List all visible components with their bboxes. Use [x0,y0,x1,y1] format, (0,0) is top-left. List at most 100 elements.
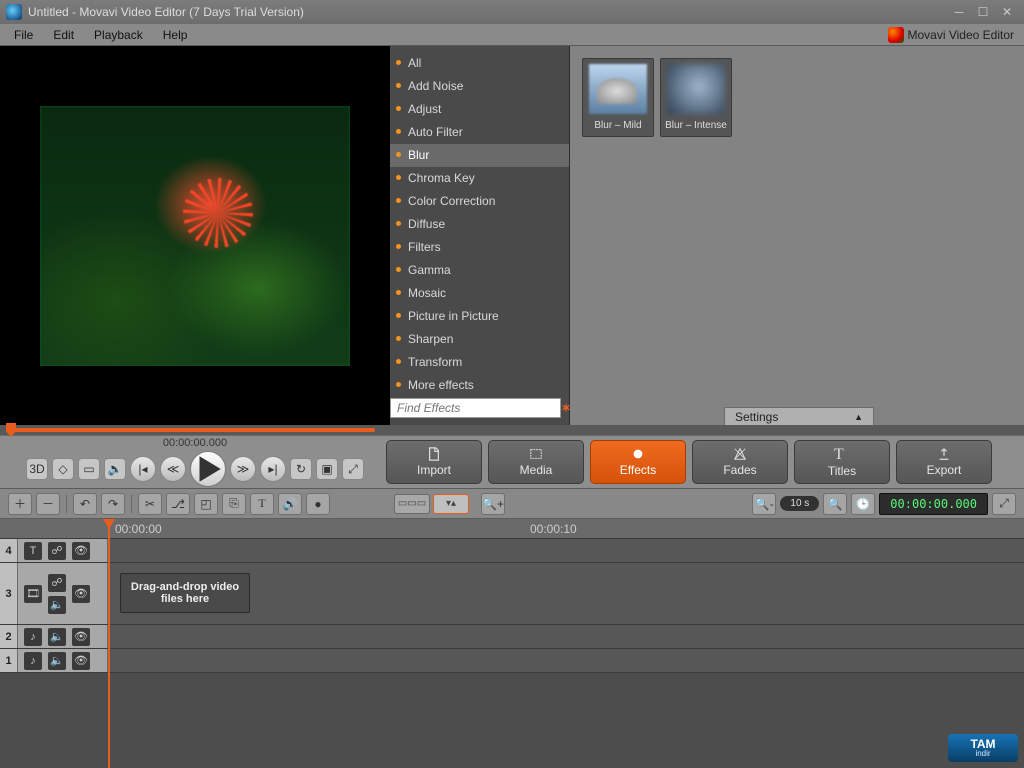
main-area: AllAdd NoiseAdjustAuto FilterBlurChroma … [0,46,1024,425]
track-3[interactable]: 3 🎞 ☍ 🔈 👁 Drag-and-drop video files here [0,563,1024,625]
zoom-level[interactable]: 10 s [780,496,819,511]
preview-pane [0,46,390,425]
ruler-tick-1: 00:00:10 [530,522,577,536]
effect-preset[interactable]: Blur – Intense [660,58,732,137]
effect-category-item[interactable]: All [390,52,569,75]
loop-button[interactable]: ↻ [290,458,312,480]
tab-effects[interactable]: Effects [590,440,686,484]
remove-track-button[interactable]: － [36,493,60,515]
redo-button[interactable]: ↷ [101,493,125,515]
titles-icon: T [834,446,850,462]
mute-button[interactable]: 🔈 [104,458,126,480]
crop-button[interactable]: ◇ [52,458,74,480]
effect-category-item[interactable]: More effects [390,374,569,397]
close-button[interactable]: ✕ [996,4,1018,20]
track-2[interactable]: 2 ♪ 🔈 👁 [0,625,1024,649]
snapshot-button[interactable]: ▣ [316,458,338,480]
insert-button[interactable]: ⎘ [222,493,246,515]
tab-titles[interactable]: T Titles [794,440,890,484]
preset-thumb [667,64,725,114]
effect-category-item[interactable]: Transform [390,351,569,374]
audio-tool-button[interactable]: 🔊 [278,493,302,515]
media-icon [529,447,543,461]
track-1[interactable]: 1 ♪ 🔈 👁 [0,649,1024,673]
mode-tabs: Import Media Effects Fades T Titles Expo… [386,440,992,484]
zoom-in-button[interactable]: 🔍+ [481,493,505,515]
fullscreen-button[interactable]: ⤢ [342,458,364,480]
title-tool-button[interactable]: T [250,493,274,515]
preview-image[interactable] [40,106,350,366]
export-icon [937,447,951,461]
eye-icon[interactable]: 👁 [72,585,90,603]
zoom-out-button[interactable]: 🔍- [752,493,776,515]
zoom-fit-button[interactable]: 🔍 [823,493,847,515]
tab-fades[interactable]: Fades [692,440,788,484]
eye-icon[interactable]: 👁 [72,628,90,646]
menu-edit[interactable]: Edit [43,26,84,44]
crop-tool-button[interactable]: ◰ [194,493,218,515]
effect-category-item[interactable]: Color Correction [390,190,569,213]
tab-media[interactable]: Media [488,440,584,484]
effect-preset[interactable]: Blur – Mild [582,58,654,137]
effect-category-item[interactable]: Chroma Key [390,167,569,190]
clock-button[interactable]: 🕒 [851,493,875,515]
scrub-knob-icon[interactable] [6,423,16,437]
timeline-view-button[interactable]: ▾▴ [433,494,469,514]
undo-button[interactable]: ↶ [73,493,97,515]
menu-file[interactable]: File [4,26,43,44]
rewind-button[interactable]: ≪ [160,456,186,482]
tab-export[interactable]: Export [896,440,992,484]
link-track-icon[interactable]: ☍ [48,542,66,560]
audio-track-icon[interactable]: ♪ [24,652,42,670]
effect-category-item[interactable]: Add Noise [390,75,569,98]
eye-icon[interactable]: 👁 [72,542,90,560]
tab-import[interactable]: Import [386,440,482,484]
track-4[interactable]: 4 T ☍ 👁 [0,539,1024,563]
link-track-icon[interactable]: ☍ [48,574,66,592]
minimize-button[interactable]: ─ [948,4,970,20]
split-button[interactable]: ⎇ [166,493,190,515]
ruler-tick-0: 00:00:00 [115,522,162,536]
audio-track-icon[interactable]: ♪ [24,628,42,646]
effect-category-item[interactable]: Blur [390,144,569,167]
forward-button[interactable]: ≫ [230,456,256,482]
effect-category-item[interactable]: Adjust [390,98,569,121]
effect-category-item[interactable]: Filters [390,236,569,259]
preview-scrub-bar[interactable] [0,425,1024,435]
record-button[interactable]: ● [306,493,330,515]
track-3-header: 🎞 ☍ 🔈 👁 [18,563,108,624]
storyboard-view-button[interactable]: ▭▭▭ [394,494,430,514]
effect-category-item[interactable]: Mosaic [390,282,569,305]
cut-button[interactable]: ✂ [138,493,162,515]
tab-effects-label: Effects [620,463,656,477]
play-button[interactable] [190,451,226,487]
view-3d-button[interactable]: 3D [26,458,48,480]
menu-help[interactable]: Help [153,26,198,44]
mute-track-icon[interactable]: 🔈 [48,596,66,614]
track-2-number: 2 [0,625,18,648]
effect-category-item[interactable]: Picture in Picture [390,305,569,328]
skip-end-button[interactable]: ▸| [260,456,286,482]
expand-timeline-button[interactable]: ⤢ [992,493,1016,515]
tab-export-label: Export [927,463,962,477]
effect-category-item[interactable]: Gamma [390,259,569,282]
tab-titles-label: Titles [828,464,856,478]
effect-category-item[interactable]: Diffuse [390,213,569,236]
add-track-button[interactable]: ＋ [8,493,32,515]
mute-track-icon[interactable]: 🔈 [48,652,66,670]
frame-button[interactable]: ▭ [78,458,100,480]
mute-track-icon[interactable]: 🔈 [48,628,66,646]
video-track-icon[interactable]: 🎞 [24,585,42,603]
eye-icon[interactable]: 👁 [72,652,90,670]
menu-playback[interactable]: Playback [84,26,153,44]
find-effects-input[interactable] [390,398,561,418]
effect-category-item[interactable]: Auto Filter [390,121,569,144]
timeline: 00:00:00 00:00:10 4 T ☍ 👁 3 🎞 ☍ 🔈 👁 Drag… [0,519,1024,768]
settings-drawer-toggle[interactable]: Settings ▲ [724,407,874,425]
timeline-ruler[interactable]: 00:00:00 00:00:10 [0,519,1024,539]
maximize-button[interactable]: ☐ [972,4,994,20]
playhead[interactable] [108,519,110,768]
effect-category-item[interactable]: Sharpen [390,328,569,351]
skip-start-button[interactable]: |◂ [130,456,156,482]
text-track-icon[interactable]: T [24,542,42,560]
